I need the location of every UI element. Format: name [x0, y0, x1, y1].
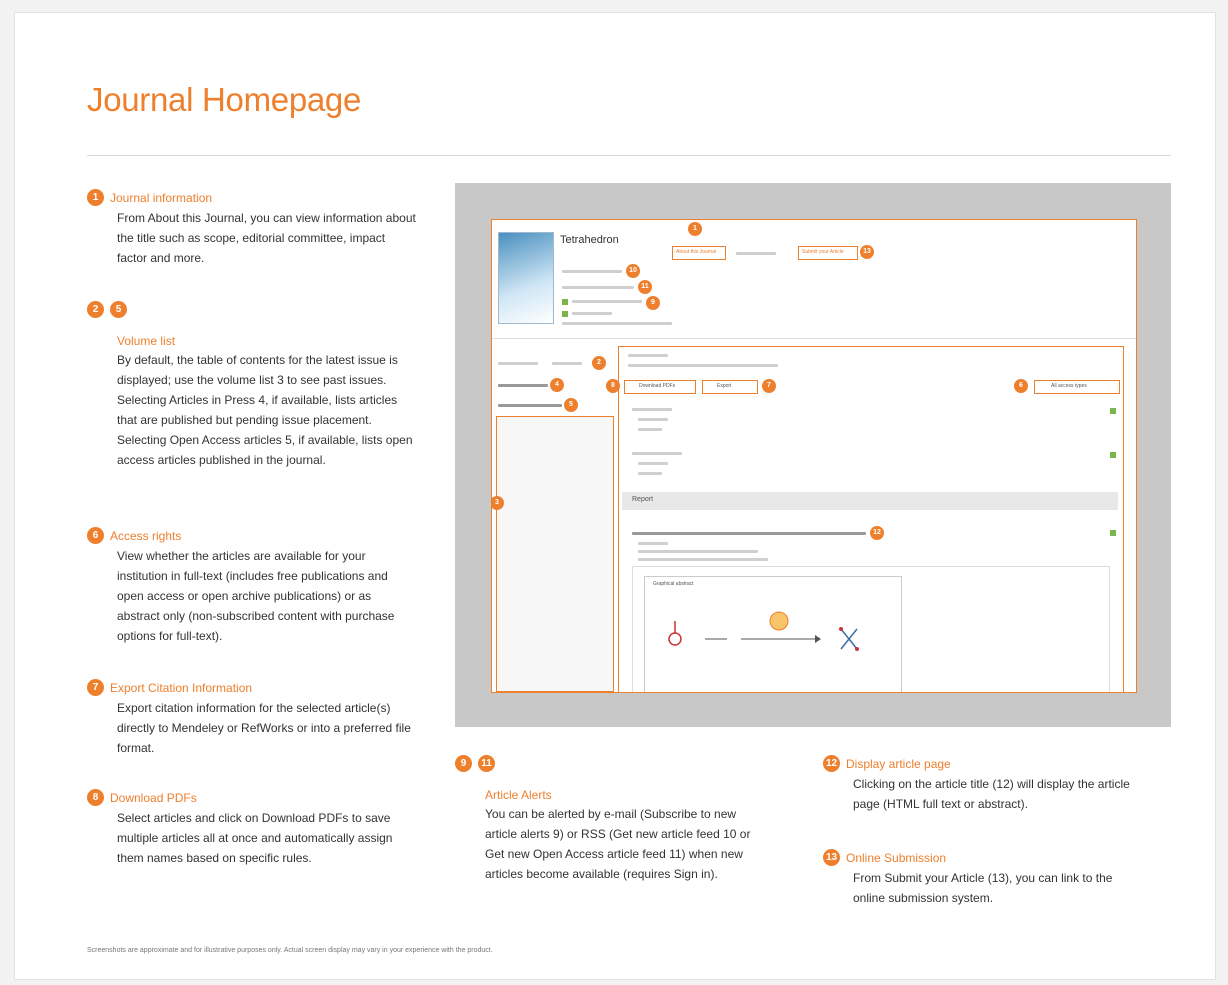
download-pdfs-button[interactable]: Download PDFs [624, 380, 696, 394]
number-badge: 13 [823, 849, 840, 866]
link-placeholder [736, 252, 776, 255]
page-title: Journal Homepage [87, 81, 362, 118]
section-body: View whether the articles are available … [117, 549, 395, 643]
section-heading: Journal information [110, 190, 213, 205]
footnote: Screenshots are approximate and for illu… [87, 947, 493, 954]
number-badge: 8 [87, 789, 104, 806]
chemistry-diagram [668, 611, 859, 651]
callout-badge: 1 [688, 222, 702, 236]
screenshot-frame: Tetrahedron 1 About this Journal Submit … [455, 183, 1171, 727]
number-badge: 2 [87, 301, 104, 318]
number-badge: 12 [823, 755, 840, 772]
callout-badge: 12 [870, 526, 884, 540]
number-badge: 6 [87, 527, 104, 544]
export-button[interactable]: Export [702, 380, 758, 394]
callout-badge: 13 [860, 245, 874, 259]
section-body: By default, the table of contents for th… [117, 353, 413, 467]
section-body: Select articles and click on Download PD… [117, 811, 393, 865]
section-heading: Download PDFs [110, 790, 197, 805]
journal-name: Tetrahedron [560, 234, 619, 246]
section-body: Clicking on the article title (12) will … [853, 777, 1130, 811]
section-heading: Volume list [117, 334, 176, 348]
section-body: From About this Journal, you can view in… [117, 211, 416, 265]
callout-badge: 2 [592, 356, 606, 370]
section-journal-info: 1 Journal information From About this Jo… [87, 189, 417, 268]
page: Journal Homepage 1 Journal information F… [14, 12, 1216, 980]
section-heading: Article Alerts [485, 788, 552, 802]
section-heading: Export Citation Information [110, 680, 253, 695]
section-body: You can be alerted by e-mail (Subscribe … [485, 807, 751, 881]
number-badge: 5 [110, 301, 127, 318]
callout-badge: 9 [646, 296, 660, 310]
callout-badge: 7 [762, 379, 776, 393]
submit-article-button[interactable]: Submit your Article [798, 246, 858, 260]
callout-badge: 5 [564, 398, 578, 412]
section-download-pdfs: 8 Download PDFs Select articles and clic… [87, 789, 417, 868]
section-heading: Display article page [846, 756, 951, 771]
volume-list-panel[interactable] [496, 416, 614, 692]
number-badge: 11 [478, 755, 495, 772]
title-divider [87, 155, 1171, 156]
access-types-filter[interactable]: All access types [1034, 380, 1120, 394]
callout-badge: 10 [626, 264, 640, 278]
about-journal-button[interactable]: About this Journal [672, 246, 726, 260]
callout-badge: 11 [638, 280, 652, 294]
number-badge: 1 [87, 189, 104, 206]
section-body: Export citation information for the sele… [117, 701, 411, 755]
article-title-link[interactable] [632, 532, 866, 535]
section-export-citation: 7 Export Citation Information Export cit… [87, 679, 417, 758]
section-article-alerts: 9 11 Article Alerts You can be alerted b… [455, 755, 765, 884]
journal-cover-image [498, 232, 554, 324]
section-heading: Access rights [110, 528, 182, 543]
section-display-article: 12 Display article page Clicking on the … [823, 755, 1143, 814]
section-online-submission: 13 Online Submission From Submit your Ar… [823, 849, 1143, 908]
number-badge: 9 [455, 755, 472, 772]
journal-screenshot: Tetrahedron 1 About this Journal Submit … [491, 219, 1137, 693]
number-badge: 7 [87, 679, 104, 696]
section-heading: Online Submission [846, 850, 947, 865]
section-access-rights: 6 Access rights View whether the article… [87, 527, 417, 646]
graphical-abstract-image: Graphical abstract [644, 576, 902, 692]
callout-badge: 8 [606, 379, 620, 393]
callout-badge: 4 [550, 378, 564, 392]
section-bar: Report [622, 492, 1118, 510]
section-volume-list: 2 5 Volume list By default, the table of… [87, 301, 417, 470]
section-body: From Submit your Article (13), you can l… [853, 871, 1113, 905]
callout-badge: 6 [1014, 379, 1028, 393]
